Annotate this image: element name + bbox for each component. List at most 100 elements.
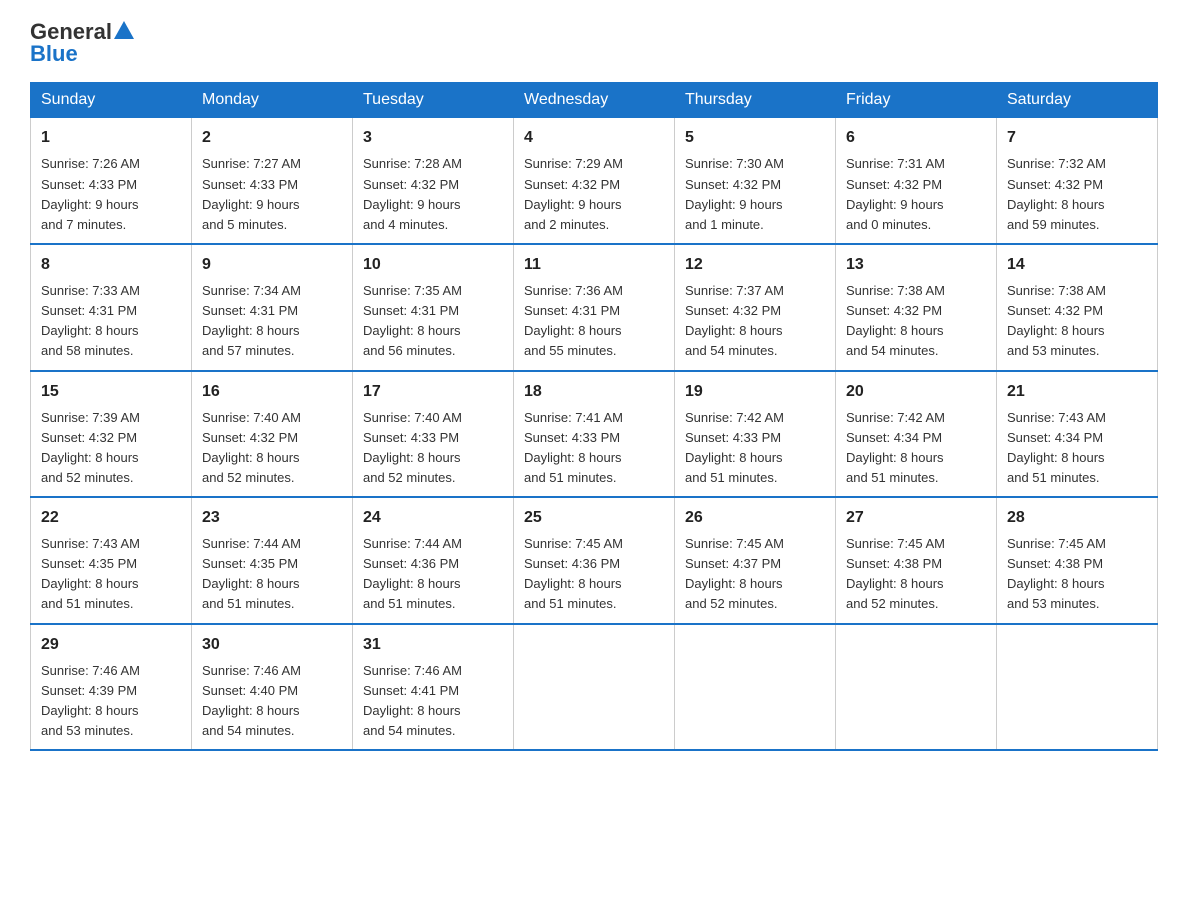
col-header-tuesday: Tuesday [353, 83, 514, 118]
day-number: 17 [363, 380, 503, 404]
day-info: Sunrise: 7:43 AMSunset: 4:35 PMDaylight:… [41, 536, 140, 611]
col-header-wednesday: Wednesday [514, 83, 675, 118]
day-number: 23 [202, 506, 342, 530]
calendar-cell: 14 Sunrise: 7:38 AMSunset: 4:32 PMDayligh… [997, 244, 1158, 371]
calendar-cell: 27 Sunrise: 7:45 AMSunset: 4:38 PMDayligh… [836, 497, 997, 624]
calendar-cell: 19 Sunrise: 7:42 AMSunset: 4:33 PMDayligh… [675, 371, 836, 498]
day-info: Sunrise: 7:37 AMSunset: 4:32 PMDaylight:… [685, 283, 784, 358]
day-number: 21 [1007, 380, 1147, 404]
calendar-week-1: 1 Sunrise: 7:26 AMSunset: 4:33 PMDaylight… [31, 118, 1158, 244]
calendar-cell: 22 Sunrise: 7:43 AMSunset: 4:35 PMDayligh… [31, 497, 192, 624]
day-number: 11 [524, 253, 664, 277]
day-info: Sunrise: 7:38 AMSunset: 4:32 PMDaylight:… [846, 283, 945, 358]
day-number: 4 [524, 126, 664, 150]
day-number: 9 [202, 253, 342, 277]
day-number: 25 [524, 506, 664, 530]
calendar-cell [514, 624, 675, 751]
col-header-friday: Friday [836, 83, 997, 118]
logo: General Blue [30, 20, 134, 66]
day-number: 6 [846, 126, 986, 150]
day-number: 2 [202, 126, 342, 150]
day-number: 31 [363, 633, 503, 657]
day-number: 22 [41, 506, 181, 530]
day-info: Sunrise: 7:28 AMSunset: 4:32 PMDaylight:… [363, 156, 462, 231]
calendar-cell: 31 Sunrise: 7:46 AMSunset: 4:41 PMDayligh… [353, 624, 514, 751]
calendar-cell: 24Sunrise: 7:44 AMSunset: 4:36 PMDayligh… [353, 497, 514, 624]
logo-text-blue: Blue [30, 41, 78, 66]
day-info: Sunrise: 7:34 AMSunset: 4:31 PMDaylight:… [202, 283, 301, 358]
calendar-header-row: SundayMondayTuesdayWednesdayThursdayFrid… [31, 83, 1158, 118]
day-info: Sunrise: 7:43 AMSunset: 4:34 PMDaylight:… [1007, 410, 1106, 485]
col-header-monday: Monday [192, 83, 353, 118]
calendar-cell [997, 624, 1158, 751]
calendar-cell: 15Sunrise: 7:39 AMSunset: 4:32 PMDayligh… [31, 371, 192, 498]
calendar-cell: 21 Sunrise: 7:43 AMSunset: 4:34 PMDayligh… [997, 371, 1158, 498]
calendar-cell: 9 Sunrise: 7:34 AMSunset: 4:31 PMDaylight… [192, 244, 353, 371]
day-info: Sunrise: 7:38 AMSunset: 4:32 PMDaylight:… [1007, 283, 1106, 358]
calendar-cell: 7 Sunrise: 7:32 AMSunset: 4:32 PMDaylight… [997, 118, 1158, 244]
calendar-cell: 4 Sunrise: 7:29 AMSunset: 4:32 PMDaylight… [514, 118, 675, 244]
calendar-cell: 3Sunrise: 7:28 AMSunset: 4:32 PMDaylight… [353, 118, 514, 244]
calendar-week-3: 15Sunrise: 7:39 AMSunset: 4:32 PMDayligh… [31, 371, 1158, 498]
day-number: 1 [41, 126, 181, 150]
col-header-saturday: Saturday [997, 83, 1158, 118]
day-number: 5 [685, 126, 825, 150]
day-info: Sunrise: 7:40 AMSunset: 4:32 PMDaylight:… [202, 410, 301, 485]
day-info: Sunrise: 7:32 AMSunset: 4:32 PMDaylight:… [1007, 156, 1106, 231]
day-number: 16 [202, 380, 342, 404]
calendar-cell: 13 Sunrise: 7:38 AMSunset: 4:32 PMDayligh… [836, 244, 997, 371]
day-number: 26 [685, 506, 825, 530]
day-info: Sunrise: 7:30 AMSunset: 4:32 PMDaylight:… [685, 156, 784, 231]
day-number: 14 [1007, 253, 1147, 277]
calendar-cell: 25 Sunrise: 7:45 AMSunset: 4:36 PMDayligh… [514, 497, 675, 624]
calendar-cell [836, 624, 997, 751]
calendar-week-2: 8 Sunrise: 7:33 AMSunset: 4:31 PMDaylight… [31, 244, 1158, 371]
day-info: Sunrise: 7:42 AMSunset: 4:33 PMDaylight:… [685, 410, 784, 485]
day-info: Sunrise: 7:26 AMSunset: 4:33 PMDaylight:… [41, 156, 140, 231]
day-info: Sunrise: 7:41 AMSunset: 4:33 PMDaylight:… [524, 410, 623, 485]
calendar-week-5: 29Sunrise: 7:46 AMSunset: 4:39 PMDayligh… [31, 624, 1158, 751]
day-number: 13 [846, 253, 986, 277]
calendar-cell: 5 Sunrise: 7:30 AMSunset: 4:32 PMDaylight… [675, 118, 836, 244]
day-info: Sunrise: 7:45 AMSunset: 4:36 PMDaylight:… [524, 536, 623, 611]
calendar-table: SundayMondayTuesdayWednesdayThursdayFrid… [30, 82, 1158, 751]
col-header-sunday: Sunday [31, 83, 192, 118]
day-info: Sunrise: 7:45 AMSunset: 4:38 PMDaylight:… [846, 536, 945, 611]
calendar-cell [675, 624, 836, 751]
calendar-cell: 20 Sunrise: 7:42 AMSunset: 4:34 PMDayligh… [836, 371, 997, 498]
day-number: 15 [41, 380, 181, 404]
calendar-cell: 28Sunrise: 7:45 AMSunset: 4:38 PMDayligh… [997, 497, 1158, 624]
calendar-cell: 17 Sunrise: 7:40 AMSunset: 4:33 PMDayligh… [353, 371, 514, 498]
calendar-cell: 29Sunrise: 7:46 AMSunset: 4:39 PMDayligh… [31, 624, 192, 751]
day-info: Sunrise: 7:42 AMSunset: 4:34 PMDaylight:… [846, 410, 945, 485]
day-number: 12 [685, 253, 825, 277]
day-number: 27 [846, 506, 986, 530]
calendar-cell: 2Sunrise: 7:27 AMSunset: 4:33 PMDaylight… [192, 118, 353, 244]
calendar-cell: 30Sunrise: 7:46 AMSunset: 4:40 PMDayligh… [192, 624, 353, 751]
col-header-thursday: Thursday [675, 83, 836, 118]
calendar-cell: 8 Sunrise: 7:33 AMSunset: 4:31 PMDaylight… [31, 244, 192, 371]
calendar-cell: 10Sunrise: 7:35 AMSunset: 4:31 PMDayligh… [353, 244, 514, 371]
day-number: 29 [41, 633, 181, 657]
calendar-cell: 11Sunrise: 7:36 AMSunset: 4:31 PMDayligh… [514, 244, 675, 371]
calendar-cell: 16 Sunrise: 7:40 AMSunset: 4:32 PMDayligh… [192, 371, 353, 498]
calendar-cell: 23Sunrise: 7:44 AMSunset: 4:35 PMDayligh… [192, 497, 353, 624]
day-info: Sunrise: 7:45 AMSunset: 4:37 PMDaylight:… [685, 536, 784, 611]
day-info: Sunrise: 7:46 AMSunset: 4:40 PMDaylight:… [202, 663, 301, 738]
day-number: 8 [41, 253, 181, 277]
calendar-week-4: 22 Sunrise: 7:43 AMSunset: 4:35 PMDayligh… [31, 497, 1158, 624]
day-info: Sunrise: 7:40 AMSunset: 4:33 PMDaylight:… [363, 410, 462, 485]
logo-triangle-icon [114, 21, 134, 39]
day-number: 10 [363, 253, 503, 277]
day-number: 19 [685, 380, 825, 404]
day-number: 24 [363, 506, 503, 530]
day-number: 20 [846, 380, 986, 404]
day-info: Sunrise: 7:29 AMSunset: 4:32 PMDaylight:… [524, 156, 623, 231]
day-info: Sunrise: 7:45 AMSunset: 4:38 PMDaylight:… [1007, 536, 1106, 611]
day-number: 18 [524, 380, 664, 404]
day-info: Sunrise: 7:33 AMSunset: 4:31 PMDaylight:… [41, 283, 140, 358]
day-info: Sunrise: 7:46 AMSunset: 4:41 PMDaylight:… [363, 663, 462, 738]
page-header: General Blue [30, 20, 1158, 66]
calendar-cell: 1 Sunrise: 7:26 AMSunset: 4:33 PMDaylight… [31, 118, 192, 244]
day-number: 7 [1007, 126, 1147, 150]
